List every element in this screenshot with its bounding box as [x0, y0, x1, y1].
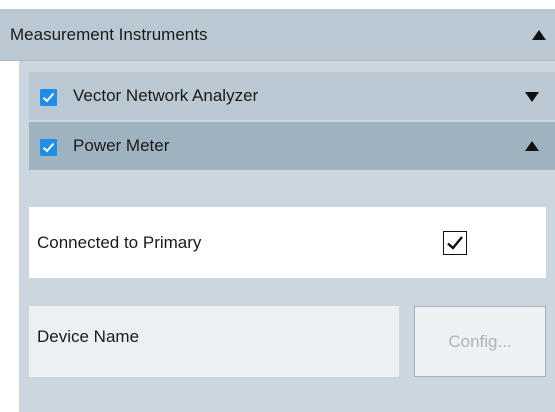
left-indent-rail	[0, 61, 19, 412]
collapse-triangle-up-icon[interactable]	[525, 141, 539, 151]
device-name-field[interactable]: Device Name	[29, 306, 399, 377]
top-strip	[0, 0, 555, 9]
connected-to-primary-checkbox[interactable]	[443, 231, 467, 255]
checkmark-icon	[447, 236, 463, 250]
config-button-label: Config...	[448, 332, 512, 351]
measurement-instruments-panel: Measurement Instruments Vector Network A…	[0, 0, 555, 412]
vna-label: Vector Network Analyzer	[73, 86, 259, 105]
measurement-instruments-header[interactable]: Measurement Instruments	[0, 9, 555, 61]
power-meter-label: Power Meter	[73, 136, 170, 155]
checkmark-icon	[42, 142, 55, 153]
vna-enabled-checkbox[interactable]	[40, 89, 57, 106]
section-title: Measurement Instruments	[10, 25, 208, 44]
instrument-header-vector-network-analyzer[interactable]: Vector Network Analyzer	[29, 72, 555, 120]
checkmark-icon	[42, 92, 55, 103]
instrument-header-power-meter[interactable]: Power Meter	[29, 122, 555, 170]
device-name-placeholder: Device Name	[37, 327, 140, 346]
connected-to-primary-row: Connected to Primary	[29, 207, 546, 278]
power-meter-enabled-checkbox[interactable]	[40, 139, 57, 156]
collapse-triangle-up-icon[interactable]	[532, 30, 546, 40]
connected-to-primary-label: Connected to Primary	[37, 233, 202, 252]
config-button[interactable]: Config...	[414, 306, 546, 377]
expand-triangle-down-icon[interactable]	[525, 92, 539, 102]
